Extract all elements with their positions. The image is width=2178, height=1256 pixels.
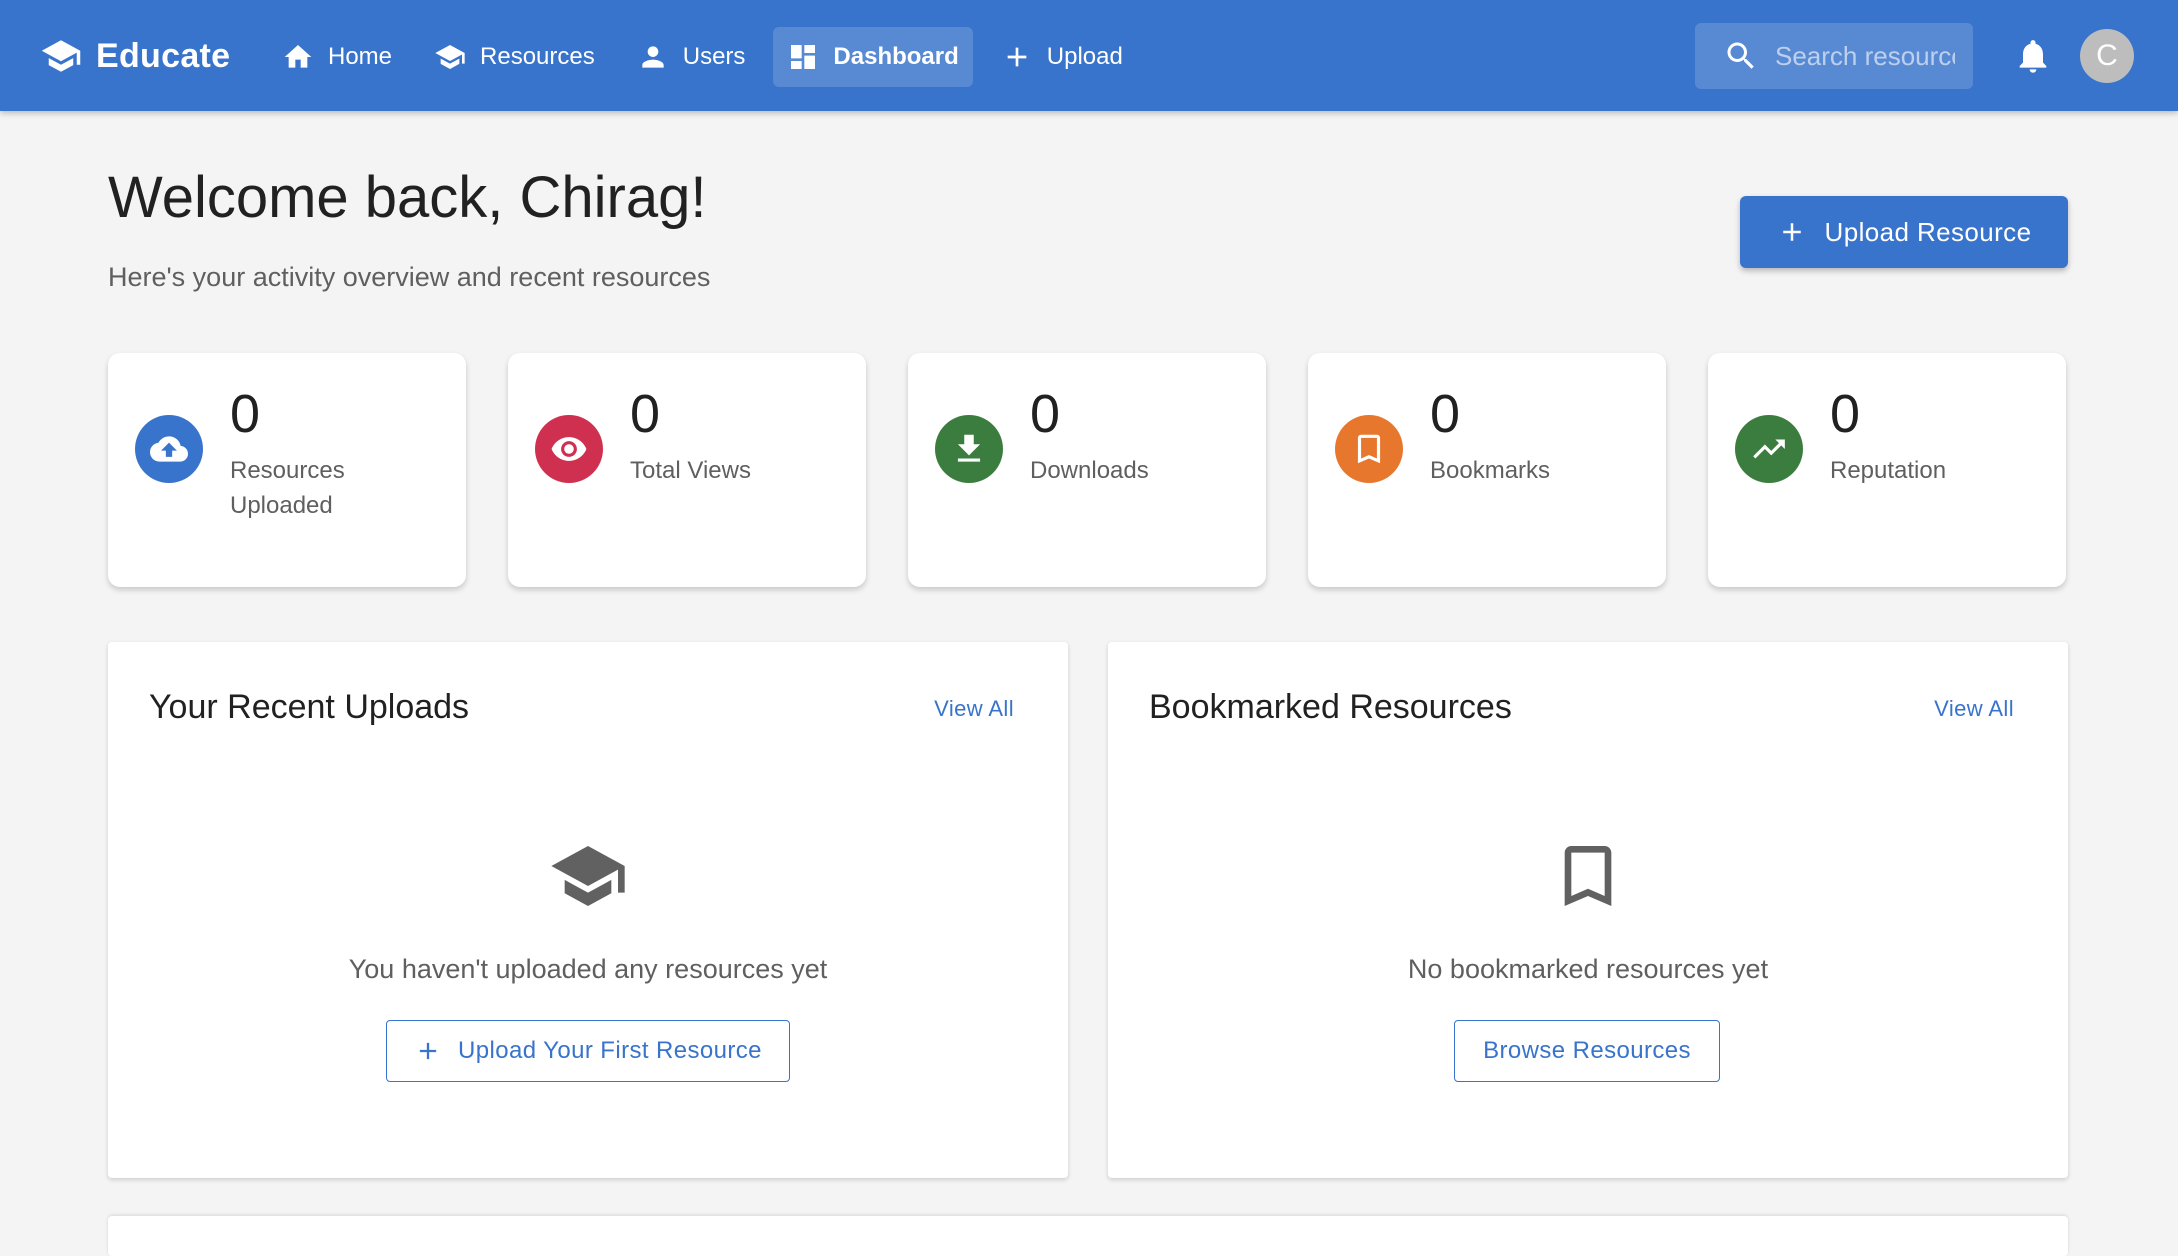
stat-card-resources-uploaded: 0 Resources Uploaded [108, 353, 466, 587]
recent-uploads-panel: Your Recent Uploads View All You haven't… [108, 642, 1068, 1178]
plus-icon [1007, 47, 1027, 67]
trending-up-icon [1753, 439, 1785, 459]
nav-home-label: Home [328, 43, 393, 70]
stat-card-reputation: 0 Reputation [1708, 353, 2066, 587]
stat-value: 0 [1030, 384, 1061, 444]
cloud-upload-icon [150, 436, 188, 462]
browse-resources-label: Browse Resources [1483, 1037, 1691, 1064]
upload-first-resource-label: Upload Your First Resource [458, 1037, 762, 1064]
bookmarks-view-all-link[interactable]: View All [1934, 696, 2014, 722]
search-icon [1727, 42, 1754, 69]
stat-value: 0 [230, 384, 261, 444]
person-icon [642, 46, 664, 68]
stat-icon-circle [135, 415, 203, 483]
download-icon [957, 434, 981, 462]
bookmarks-empty-text: No bookmarked resources yet [1407, 954, 1769, 984]
plus-icon [1782, 223, 1801, 241]
nav-users[interactable]: Users [623, 27, 760, 87]
user-avatar[interactable]: C [2080, 29, 2134, 83]
home-icon [284, 45, 312, 68]
stat-card-total-views: 0 Total Views [508, 353, 866, 587]
dashboard-icon [791, 45, 816, 69]
nav-dashboard[interactable]: Dashboard [773, 27, 973, 87]
nav-dashboard-label: Dashboard [833, 43, 959, 70]
upload-resource-label: Upload Resource [1824, 216, 2032, 247]
recent-uploads-view-all-link[interactable]: View All [934, 696, 1014, 722]
app-name: Educate [96, 36, 231, 75]
school-icon [41, 40, 81, 72]
top-app-bar: Educate Home Resources Users Dashboard U… [0, 0, 2178, 111]
recent-uploads-empty-text: You haven't uploaded any resources yet [348, 954, 828, 984]
stat-value: 0 [630, 384, 661, 444]
main-nav: Home Resources Users Dashboard Upload [268, 27, 1151, 87]
search-input[interactable] [1775, 40, 1955, 72]
bookmark-icon [1357, 434, 1381, 464]
stat-label: Resources Uploaded [230, 457, 345, 519]
additional-section-card [108, 1216, 2068, 1256]
nav-home[interactable]: Home [268, 27, 406, 87]
stat-label: Total Views [630, 457, 751, 484]
plus-icon [419, 1042, 437, 1060]
page-subtitle: Here's your activity overview and recent… [108, 262, 711, 292]
nav-resources[interactable]: Resources [420, 27, 609, 87]
bookmarked-resources-panel: Bookmarked Resources View All No bookmar… [1108, 642, 2068, 1178]
upload-first-resource-button[interactable]: Upload Your First Resource [386, 1020, 790, 1082]
stat-icon-circle [935, 415, 1003, 483]
nav-users-label: Users [682, 43, 746, 70]
browse-resources-button[interactable]: Browse Resources [1454, 1020, 1720, 1082]
stat-card-bookmarks: 0 Bookmarks [1308, 353, 1666, 587]
bookmarked-resources-title: Bookmarked Resources [1149, 688, 1512, 726]
stat-icon-circle [1335, 415, 1403, 483]
stat-card-downloads: 0 Downloads [908, 353, 1266, 587]
stat-label: Downloads [1030, 457, 1149, 484]
nav-upload-label: Upload [1046, 43, 1123, 70]
nav-resources-label: Resources [480, 43, 595, 70]
stat-label: Bookmarks [1430, 457, 1551, 484]
search-box[interactable] [1695, 23, 1973, 89]
stat-icon-circle [535, 415, 603, 483]
stat-value: 0 [1430, 384, 1461, 444]
upload-resource-button[interactable]: Upload Resource [1740, 196, 2068, 268]
notifications-bell-icon[interactable] [2013, 36, 2053, 76]
bookmark-icon [1564, 846, 1612, 906]
school-icon [435, 45, 465, 69]
eye-icon [551, 437, 587, 461]
stat-icon-circle [1735, 415, 1803, 483]
stat-value: 0 [1830, 384, 1861, 444]
stat-label: Reputation [1830, 457, 1947, 484]
recent-uploads-title: Your Recent Uploads [149, 688, 470, 726]
brand-logo[interactable]: Educate [40, 30, 230, 82]
page-title: Welcome back, Chirag! [108, 165, 707, 230]
nav-upload[interactable]: Upload [987, 27, 1137, 87]
school-icon [551, 846, 625, 906]
